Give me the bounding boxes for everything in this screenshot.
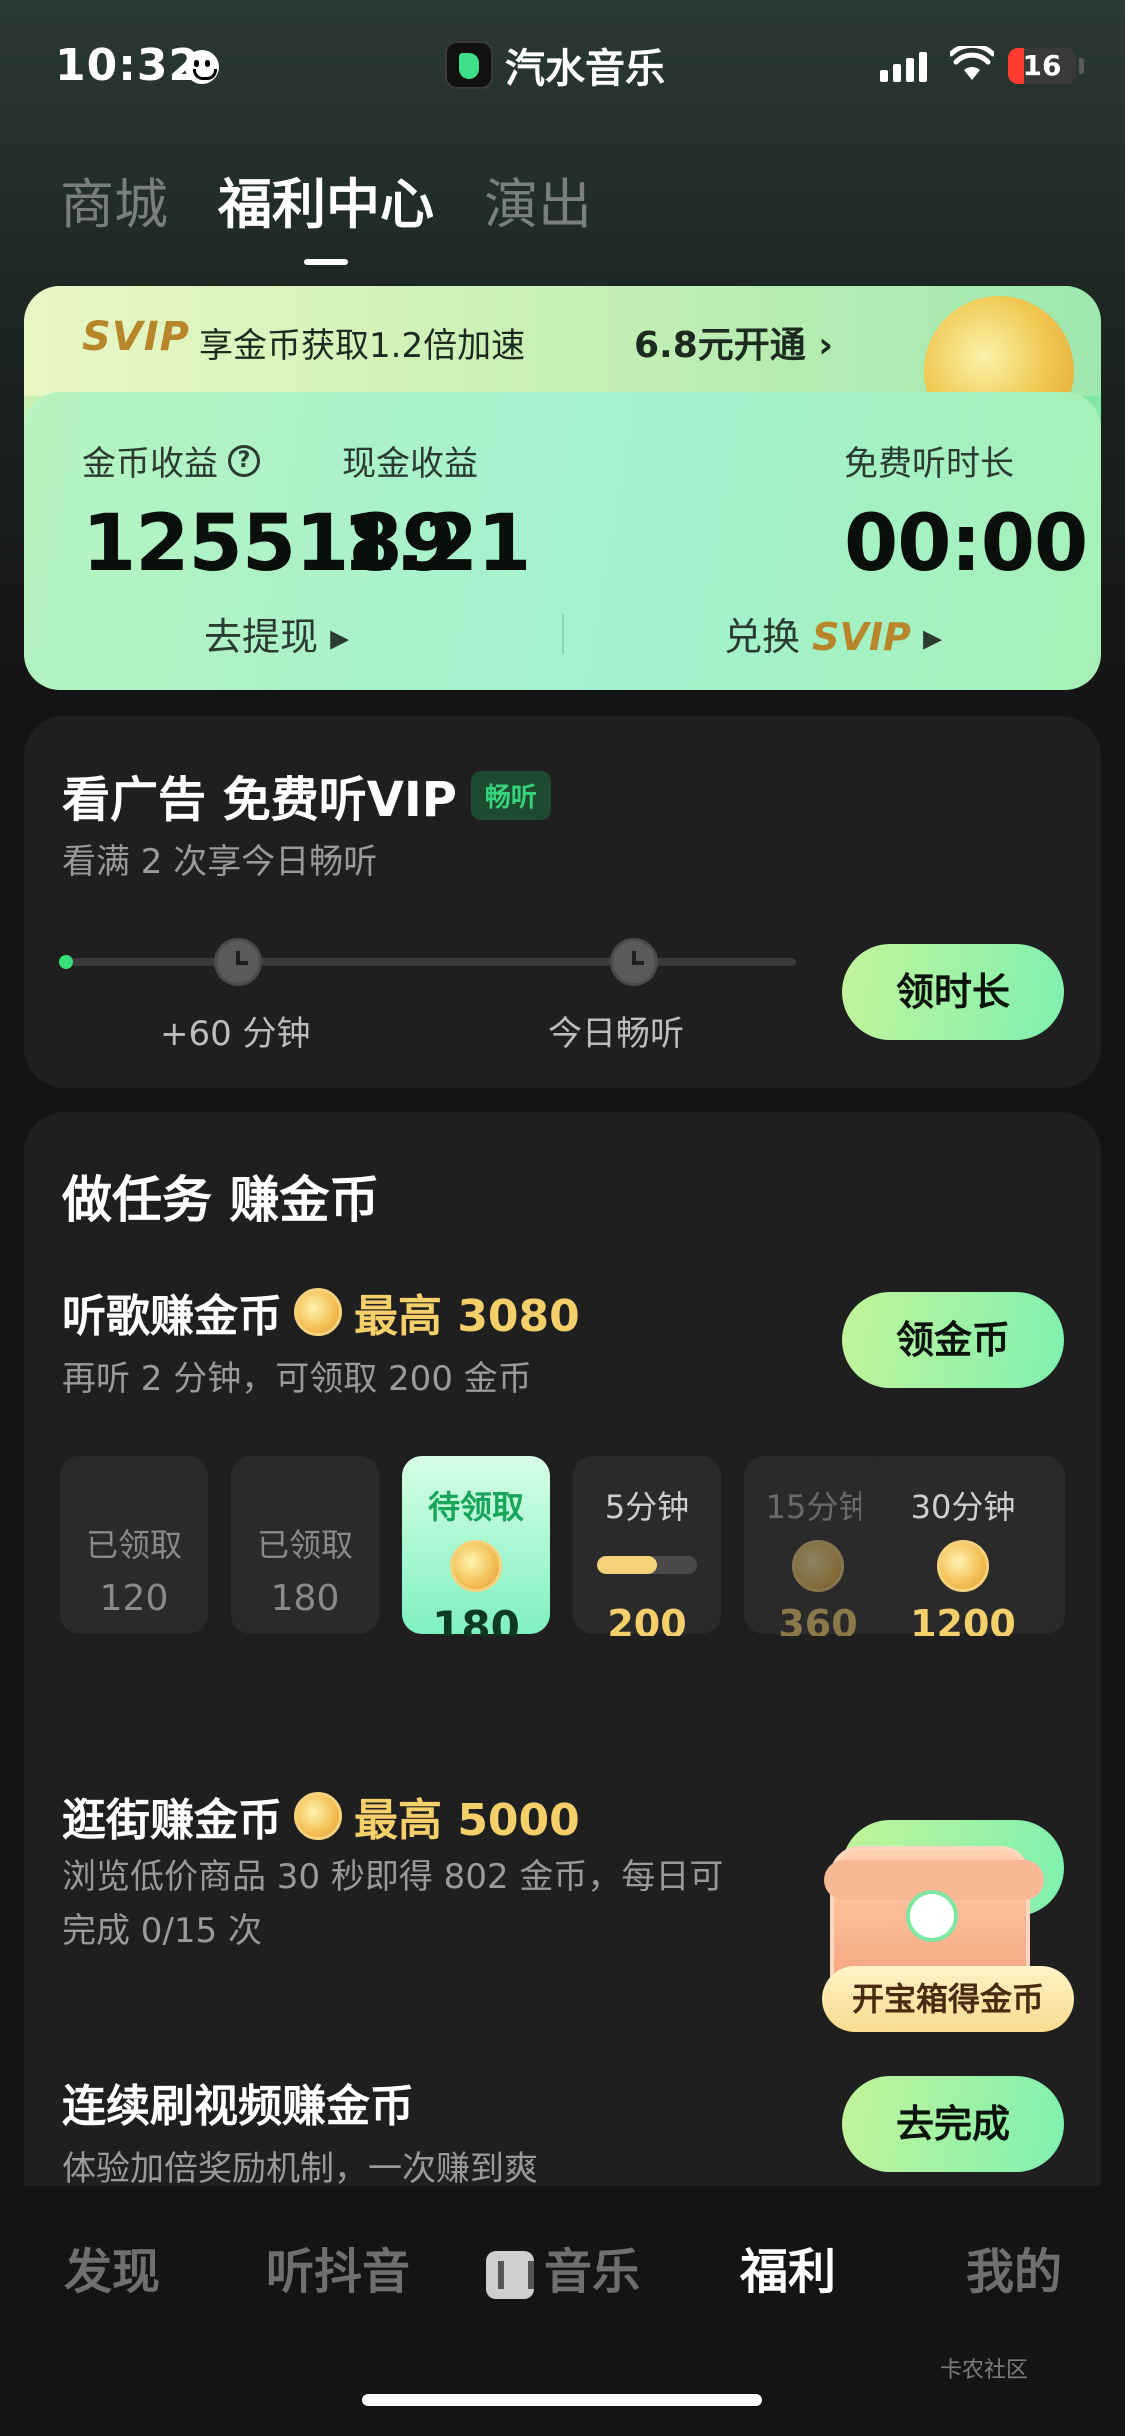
milestone-label: +60 分钟 — [160, 1014, 311, 1054]
listen-reward-tiles: 已领取 120 已领取 180 待领取 180 5分钟 200 15分钟 360… — [60, 1456, 1065, 1636]
free-listen-stat: 免费听时长 00:00 — [844, 436, 1088, 589]
top-tabs: 商城 福利中心 演出 — [60, 160, 592, 239]
tile-progress-fill — [597, 1556, 657, 1574]
nav-douyin[interactable]: 听抖音 — [266, 2232, 410, 2302]
cellular-signal-icon — [880, 48, 927, 82]
tab-mall[interactable]: 商城 — [60, 160, 168, 239]
tile-time: 30分钟 — [910, 1488, 1016, 1526]
nav-music-label: 音乐 — [544, 2244, 641, 2300]
status-bar: 10:32 汽水音乐 16 — [0, 0, 1125, 130]
tab-shows[interactable]: 演出 — [484, 160, 592, 239]
app-title: 汽水音乐 — [505, 46, 665, 92]
watermark: 卡农社区 — [940, 2358, 1029, 2383]
svip-open-link[interactable]: 6.8元开通 › — [634, 316, 833, 368]
ad-vip-title: 看广告 免费听VIP — [62, 772, 457, 828]
exchange-arrow: ▸ — [922, 615, 943, 659]
unlimited-tag: 畅听 — [470, 770, 551, 820]
listen-task-title: 听歌赚金币 — [62, 1291, 282, 1342]
status-time: 10:32 — [55, 40, 201, 91]
app-logo-icon — [445, 41, 493, 89]
free-listen-value: 00:00 — [844, 499, 1088, 589]
divider — [562, 614, 564, 654]
ad-vip-title-row: 看广告 免费听VIP 畅听 — [62, 760, 551, 830]
battery-level: 16 — [1022, 49, 1062, 82]
ad-vip-subtitle: 看满 2 次享今日畅听 — [62, 842, 378, 882]
exchange-svip-label: SVIP — [812, 615, 911, 659]
shop-task-max: 最高 5000 — [354, 1795, 580, 1846]
tile-value: 200 — [607, 1602, 687, 1636]
music-icon — [486, 2251, 534, 2299]
open-chest-button[interactable]: 开宝箱得金币 — [822, 1966, 1074, 2032]
battery-tip — [1079, 58, 1084, 74]
coin-icon — [294, 1288, 342, 1336]
listen-task-max: 最高 3080 — [354, 1291, 580, 1342]
nav-discover[interactable]: 发现 — [64, 2232, 160, 2302]
exchange-label: 兑换 — [724, 615, 801, 659]
cash-earnings-value: 1.21 — [342, 499, 531, 589]
ad-progress-track — [59, 938, 796, 986]
tile-value: 120 — [99, 1578, 169, 1619]
exchange-svip-link[interactable]: 兑换 SVIP ▸ — [724, 606, 942, 661]
earnings-card: SVIP 享金币获取1.2倍加速 6.8元开通 › 金币收益? 1255189 … — [24, 286, 1101, 690]
listen-task-subtitle: 再听 2 分钟，可领取 200 金币 — [62, 1359, 532, 1399]
coin-stack-icon — [937, 1540, 989, 1592]
task-section-title: 做任务 赚金币 — [62, 1171, 380, 1229]
shop-task-subtitle: 浏览低价商品 30 秒即得 802 金币，每日可 完成 0/15 次 — [62, 1850, 723, 1958]
reward-tile-claimed: 已领取 180 — [231, 1456, 379, 1634]
focus-mode-icon — [185, 50, 219, 84]
tile-progress-bar — [597, 1556, 697, 1574]
coin-earnings-label: 金币收益 — [82, 444, 218, 484]
shop-task-subtitle-line1: 浏览低价商品 30 秒即得 802 金币，每日可 — [62, 1857, 724, 1897]
withdraw-link[interactable]: 去提现 ▸ — [204, 606, 349, 661]
progress-dot — [59, 955, 73, 969]
shop-task-title: 逛街赚金币 — [62, 1795, 282, 1846]
svip-badge: SVIP — [82, 314, 190, 360]
battery-icon: 16 — [1008, 48, 1076, 84]
reward-tile-claimed: 已领取 120 — [60, 1456, 208, 1634]
tile-time: 5分钟 — [604, 1488, 690, 1526]
free-listen-label: 免费听时长 — [844, 444, 1014, 484]
tile-status: 已领取 — [85, 1526, 182, 1564]
earnings-actions: 去提现 ▸ 兑换 SVIP ▸ — [24, 606, 1101, 666]
nav-mine[interactable]: 我的 — [966, 2232, 1062, 2302]
shop-task-title-row: 逛街赚金币 最高 5000 — [62, 1784, 580, 1848]
home-indicator[interactable] — [362, 2394, 762, 2406]
cash-earnings-label: 现金收益 — [342, 444, 478, 484]
reward-tile-30min: 30分钟 1200 — [861, 1456, 1065, 1636]
nav-music[interactable]: 音乐 — [486, 2232, 640, 2302]
clock-icon — [214, 938, 262, 986]
milestone-label: 今日畅听 — [548, 1014, 684, 1054]
help-icon[interactable]: ? — [228, 444, 260, 477]
coin-icon — [450, 1540, 502, 1592]
claim-coins-button[interactable]: 领金币 — [842, 1292, 1064, 1388]
listen-task-title-row: 听歌赚金币 最高 3080 — [62, 1280, 580, 1344]
ad-vip-card: 看广告 免费听VIP 畅听 看满 2 次享今日畅听 +60 分钟 今日畅听 领时… — [24, 716, 1101, 1088]
shop-task-subtitle-line2: 完成 0/15 次 — [62, 1911, 262, 1951]
reward-tile-5min: 5分钟 200 — [573, 1456, 721, 1636]
app-title-group: 汽水音乐 — [445, 36, 665, 94]
coin-icon — [294, 1792, 342, 1840]
video-task-title: 连续刷视频赚金币 — [62, 2081, 414, 2132]
tile-status: 已领取 — [256, 1526, 353, 1564]
tab-welfare-center[interactable]: 福利中心 — [218, 160, 434, 239]
video-task-title-row: 连续刷视频赚金币 — [62, 2070, 414, 2134]
go-complete-button[interactable]: 去完成 — [842, 2076, 1064, 2172]
clock-icon — [610, 938, 658, 986]
tile-value: 180 — [432, 1602, 520, 1636]
tile-value: 1200 — [910, 1602, 1016, 1636]
cash-earnings-stat: 现金收益 1.21 — [342, 436, 531, 589]
coin-icon — [792, 1540, 844, 1592]
tile-value: 180 — [270, 1578, 340, 1619]
reward-tile-pending[interactable]: 待领取 180 — [402, 1456, 550, 1636]
svip-description: 享金币获取1.2倍加速 — [199, 326, 526, 366]
tile-status: 待领取 — [427, 1488, 524, 1526]
wifi-icon — [950, 46, 994, 80]
claim-duration-button[interactable]: 领时长 — [842, 944, 1064, 1040]
chest-lock — [906, 1890, 958, 1942]
nav-welfare[interactable]: 福利 — [740, 2232, 836, 2302]
